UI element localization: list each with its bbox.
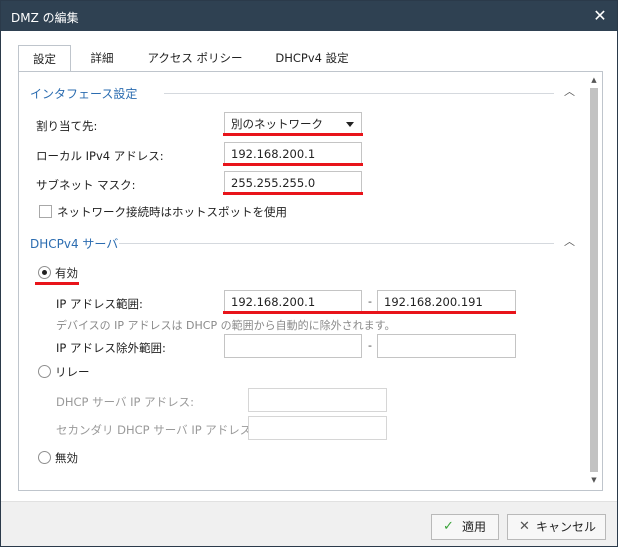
- range-separator: -: [368, 295, 372, 308]
- edit-dmz-dialog: DMZ の編集 ✕ 設定 詳細 アクセス ポリシー DHCPv4 設定 インタフ…: [0, 0, 618, 547]
- cancel-button-label: キャンセル: [536, 520, 597, 534]
- dhcp-relay-label: リレー: [55, 365, 90, 379]
- vertical-scrollbar[interactable]: ▲ ▼: [589, 76, 599, 486]
- window-title: DMZ の編集: [11, 11, 79, 25]
- dialog-footer: ✓ 適用 ✕ キャンセル: [1, 501, 617, 546]
- dhcp-enabled-label: 有効: [55, 266, 78, 280]
- tab-details[interactable]: 詳細: [78, 45, 126, 72]
- tab-dhcpv4-settings[interactable]: DHCPv4 設定: [264, 45, 360, 72]
- scroll-up-icon[interactable]: ▲: [589, 76, 599, 86]
- section-divider: [164, 93, 554, 94]
- dhcp-disabled-label: 無効: [55, 451, 78, 465]
- tab-access-policy[interactable]: アクセス ポリシー: [136, 45, 254, 72]
- hotspot-checkbox[interactable]: [39, 205, 52, 218]
- ipv4-label: ローカル IPv4 アドレス:: [36, 149, 164, 163]
- relay-server-label: DHCP サーバ IP アドレス:: [56, 395, 195, 409]
- apply-button-label: 適用: [462, 520, 487, 534]
- assign-select-value: 別のネットワーク: [231, 117, 323, 131]
- relay-secondary-input[interactable]: [248, 416, 387, 440]
- interface-section-title: インタフェース設定: [30, 87, 138, 101]
- highlight-underline: [223, 311, 516, 314]
- exclude-range-label: IP アドレス除外範囲:: [56, 341, 166, 355]
- subnet-mask-label: サブネット マスク:: [36, 178, 136, 192]
- highlight-underline: [223, 192, 363, 195]
- dhcp-relay-radio[interactable]: [38, 365, 51, 378]
- highlight-underline: [223, 163, 363, 166]
- settings-panel: インタフェース設定 ︿ 割り当て先: 別のネットワーク ローカル IPv4 アド…: [18, 71, 603, 491]
- tab-settings[interactable]: 設定: [18, 45, 71, 72]
- assign-label: 割り当て先:: [36, 119, 98, 133]
- dhcp-section-title: DHCPv4 サーバ: [30, 237, 119, 251]
- scroll-down-icon[interactable]: ▼: [589, 476, 599, 486]
- relay-server-input[interactable]: [248, 388, 387, 412]
- range-separator: -: [368, 339, 372, 352]
- apply-button[interactable]: ✓ 適用: [431, 514, 499, 540]
- title-bar: DMZ の編集 ✕: [1, 1, 617, 31]
- exclude-range-start-input[interactable]: [224, 334, 362, 358]
- close-icon[interactable]: ✕: [591, 6, 609, 25]
- relay-secondary-label: セカンダリ DHCP サーバ IP アドレス:: [56, 423, 256, 437]
- scrollbar-thumb[interactable]: [590, 88, 598, 472]
- hotspot-label: ネットワーク接続時はホットスポットを使用: [57, 205, 287, 219]
- dropdown-caret-icon: [346, 122, 354, 127]
- x-icon: ✕: [519, 519, 530, 534]
- collapse-dhcp-chevron-up-icon[interactable]: ︿: [564, 233, 575, 249]
- collapse-interface-chevron-up-icon[interactable]: ︿: [564, 83, 575, 99]
- range-hint: デバイスの IP アドレスは DHCP の範囲から自動的に除外されます。: [56, 319, 396, 332]
- check-icon: ✓: [443, 519, 454, 534]
- exclude-range-end-input[interactable]: [377, 334, 516, 358]
- section-divider: [119, 243, 554, 244]
- cancel-button[interactable]: ✕ キャンセル: [507, 514, 606, 540]
- ip-range-label: IP アドレス範囲:: [56, 297, 143, 311]
- highlight-underline: [35, 282, 79, 285]
- highlight-underline: [223, 133, 363, 136]
- dhcp-disabled-radio[interactable]: [38, 451, 51, 464]
- dhcp-enabled-radio[interactable]: [38, 266, 51, 279]
